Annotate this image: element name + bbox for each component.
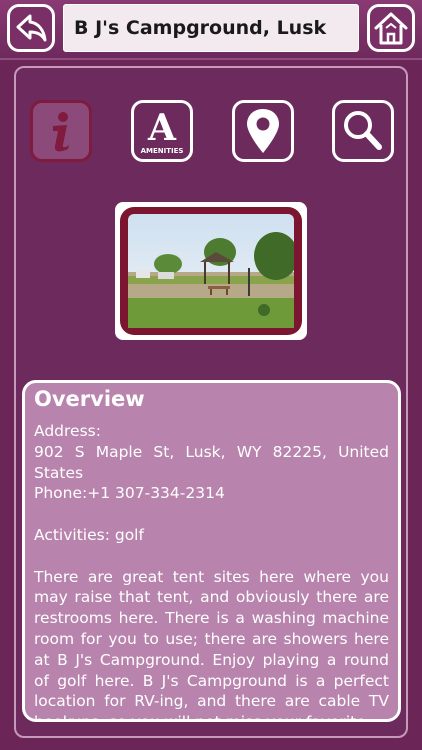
amenities-icon: A AMENITIES bbox=[141, 107, 184, 155]
overview-title: Overview bbox=[34, 387, 145, 411]
overview-card: Overview Address: 902 S Maple St, Lusk, … bbox=[22, 380, 401, 722]
map-pin-icon bbox=[247, 109, 279, 153]
back-arrow-icon bbox=[16, 14, 47, 42]
map-button[interactable] bbox=[232, 100, 294, 162]
address-text: 902 S Maple St, Lusk, WY 82225, United S… bbox=[34, 442, 389, 482]
overview-body[interactable]: Address: 902 S Maple St, Lusk, WY 82225,… bbox=[34, 421, 389, 719]
search-button[interactable] bbox=[332, 100, 394, 162]
info-button[interactable] bbox=[30, 100, 92, 162]
back-button[interactable] bbox=[7, 4, 55, 52]
home-icon bbox=[374, 12, 408, 45]
address-label: Address: bbox=[34, 422, 101, 440]
search-icon bbox=[344, 111, 382, 150]
phone-text: Phone:+1 307-334-2314 bbox=[34, 484, 225, 503]
home-button[interactable] bbox=[367, 4, 415, 52]
top-bar: B J's Campground, Lusk bbox=[0, 0, 422, 60]
title-bar: B J's Campground, Lusk bbox=[63, 4, 359, 52]
amenities-button[interactable]: A AMENITIES bbox=[131, 100, 193, 162]
amenities-label: AMENITIES bbox=[141, 147, 184, 155]
activities-text: Activities: golf bbox=[34, 525, 144, 544]
campground-photo bbox=[115, 202, 307, 340]
page-title: B J's Campground, Lusk bbox=[74, 17, 327, 39]
campground-image bbox=[128, 214, 294, 328]
description-text: There are great tent sites here where yo… bbox=[34, 567, 389, 719]
info-icon bbox=[53, 112, 69, 152]
amenities-letter: A bbox=[147, 107, 177, 149]
